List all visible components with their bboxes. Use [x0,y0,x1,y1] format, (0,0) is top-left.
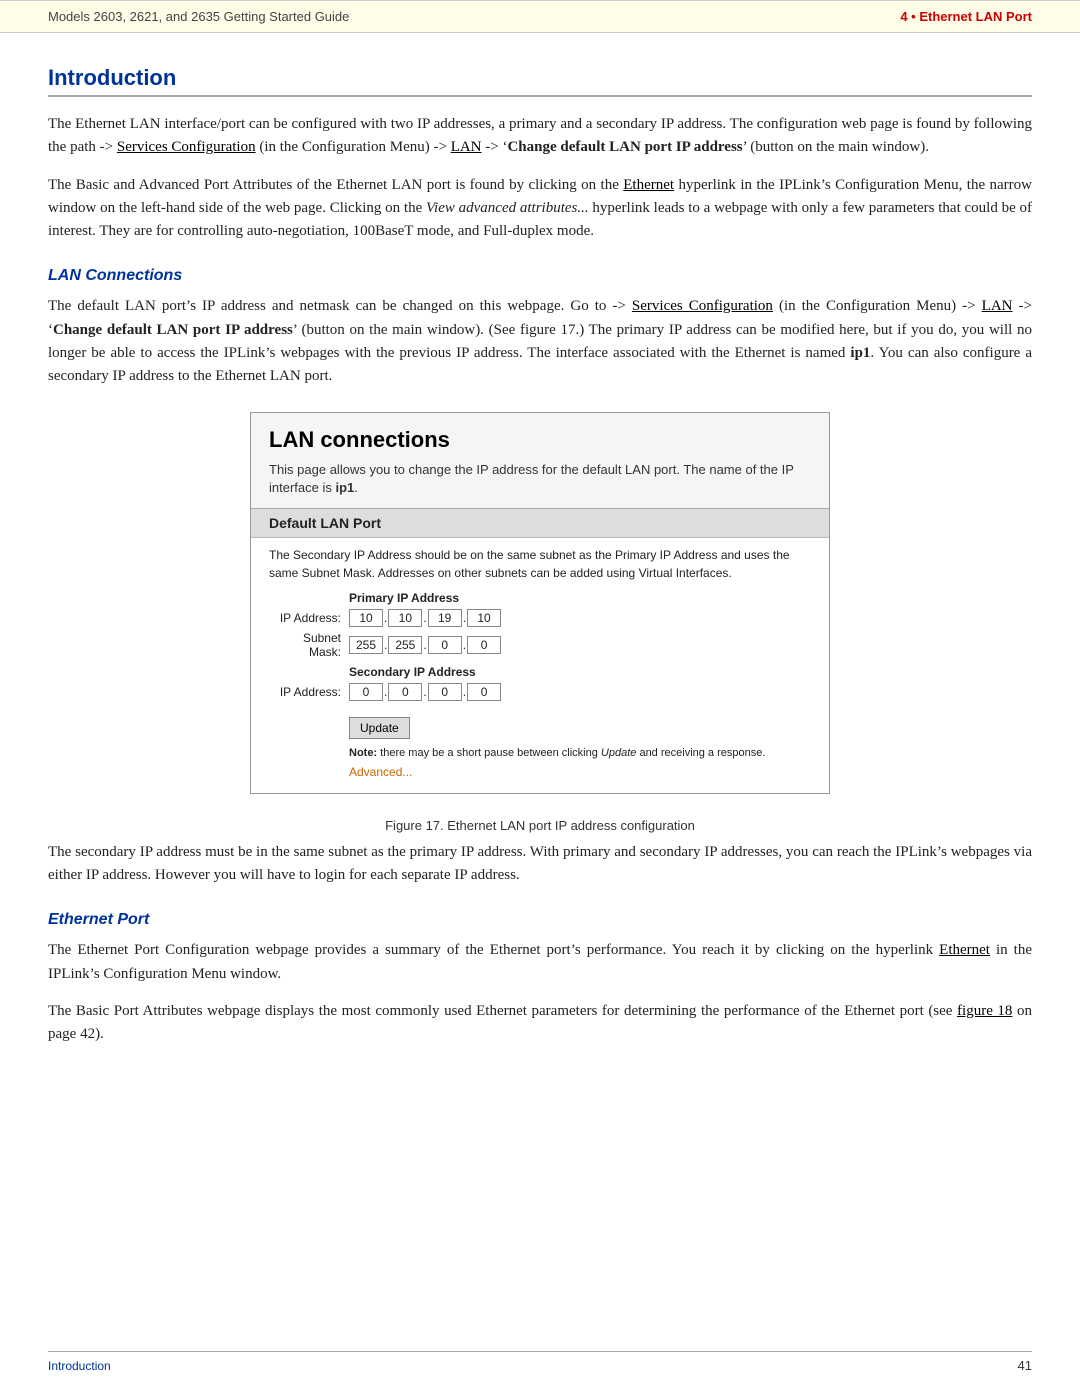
footer: Introduction 41 [48,1351,1032,1373]
lan-connections-title: LAN Connections [48,267,1032,285]
ethernet-port-paragraph-1: The Ethernet Port Configuration webpage … [48,939,1032,986]
webpage-title: LAN connections [251,413,829,457]
primary-ip-label: Primary IP Address [349,591,811,605]
main-content: Introduction The Ethernet LAN interface/… [0,33,1080,1120]
ethernet-port-title: Ethernet Port [48,911,1032,929]
webpage-desc-line1: This page allows you to change the IP ad… [269,462,794,477]
secondary-ip-octet-2[interactable]: 0 [388,683,422,701]
footer-left: Introduction [48,1359,111,1373]
secondary-ip-address-row: IP Address: 0 . 0 . 0 . 0 [269,683,811,701]
update-button[interactable]: Update [349,717,410,739]
figure-caption: Figure 17. Ethernet LAN port IP address … [48,818,1032,833]
webpage-desc: This page allows you to change the IP ad… [251,457,829,508]
primary-ip-group: Primary IP Address IP Address: 10 . 10 .… [269,591,811,659]
subnet-octet-2[interactable]: 255 [388,636,422,654]
intro-paragraph-2: The Basic and Advanced Port Attributes o… [48,174,1032,244]
header-bar: Models 2603, 2621, and 2635 Getting Star… [0,0,1080,33]
header-right: 4 • Ethernet LAN Port [900,9,1032,24]
lan-link-1[interactable]: LAN [451,139,482,155]
lan-connections-paragraph: The default LAN port’s IP address and ne… [48,295,1032,388]
services-config-link-2[interactable]: Services Configuration [632,298,773,314]
primary-ip-octet-4[interactable]: 10 [467,609,501,627]
subnet-octet-4[interactable]: 0 [467,636,501,654]
subnet-octet-1[interactable]: 255 [349,636,383,654]
webpage-desc-line2: interface is ip1. [269,480,358,495]
ethernet-link-2[interactable]: Ethernet [939,942,990,958]
webpage-section-header: Default LAN Port [251,509,829,538]
figure-18-link[interactable]: figure 18 [957,1003,1012,1019]
ethernet-port-paragraph-2: The Basic Port Attributes webpage displa… [48,1000,1032,1047]
advanced-link[interactable]: Advanced... [349,765,811,779]
subnet-octet-3[interactable]: 0 [428,636,462,654]
services-config-link[interactable]: Services Configuration [117,139,256,155]
header-right-title: Ethernet LAN Port [919,9,1032,24]
primary-ip-octet-3[interactable]: 19 [428,609,462,627]
secondary-ip-address-label: IP Address: [269,685,349,699]
ethernet-link-1[interactable]: Ethernet [623,177,674,193]
webpage-mockup: LAN connections This page allows you to … [250,412,830,794]
header-left: Models 2603, 2621, and 2635 Getting Star… [48,9,349,24]
secondary-ip-group: Secondary IP Address IP Address: 0 . 0 .… [269,665,811,701]
primary-ip-address-row: IP Address: 10 . 10 . 19 . 10 [269,609,811,627]
secondary-paragraph: The secondary IP address must be in the … [48,841,1032,888]
section-title: Introduction [48,65,1032,97]
footer-right: 41 [1018,1358,1032,1373]
secondary-ip-label: Secondary IP Address [349,665,811,679]
secondary-ip-octet-4[interactable]: 0 [467,683,501,701]
intro-paragraph-1: The Ethernet LAN interface/port can be c… [48,113,1032,160]
header-right-prefix: 4 • [900,9,919,24]
secondary-ip-octet-1[interactable]: 0 [349,683,383,701]
webpage-section-body-text: The Secondary IP Address should be on th… [269,546,811,583]
subnet-mask-row: Subnet Mask: 255 . 255 . 0 . 0 [269,631,811,659]
primary-ip-octet-2[interactable]: 10 [388,609,422,627]
subnet-mask-label: Subnet Mask: [269,631,349,659]
ip-address-label: IP Address: [269,611,349,625]
lan-link-2[interactable]: LAN [982,298,1013,314]
webpage-section-body: The Secondary IP Address should be on th… [251,538,829,793]
secondary-ip-octet-3[interactable]: 0 [428,683,462,701]
primary-ip-octet-1[interactable]: 10 [349,609,383,627]
note-text: Note: there may be a short pause between… [349,747,811,759]
